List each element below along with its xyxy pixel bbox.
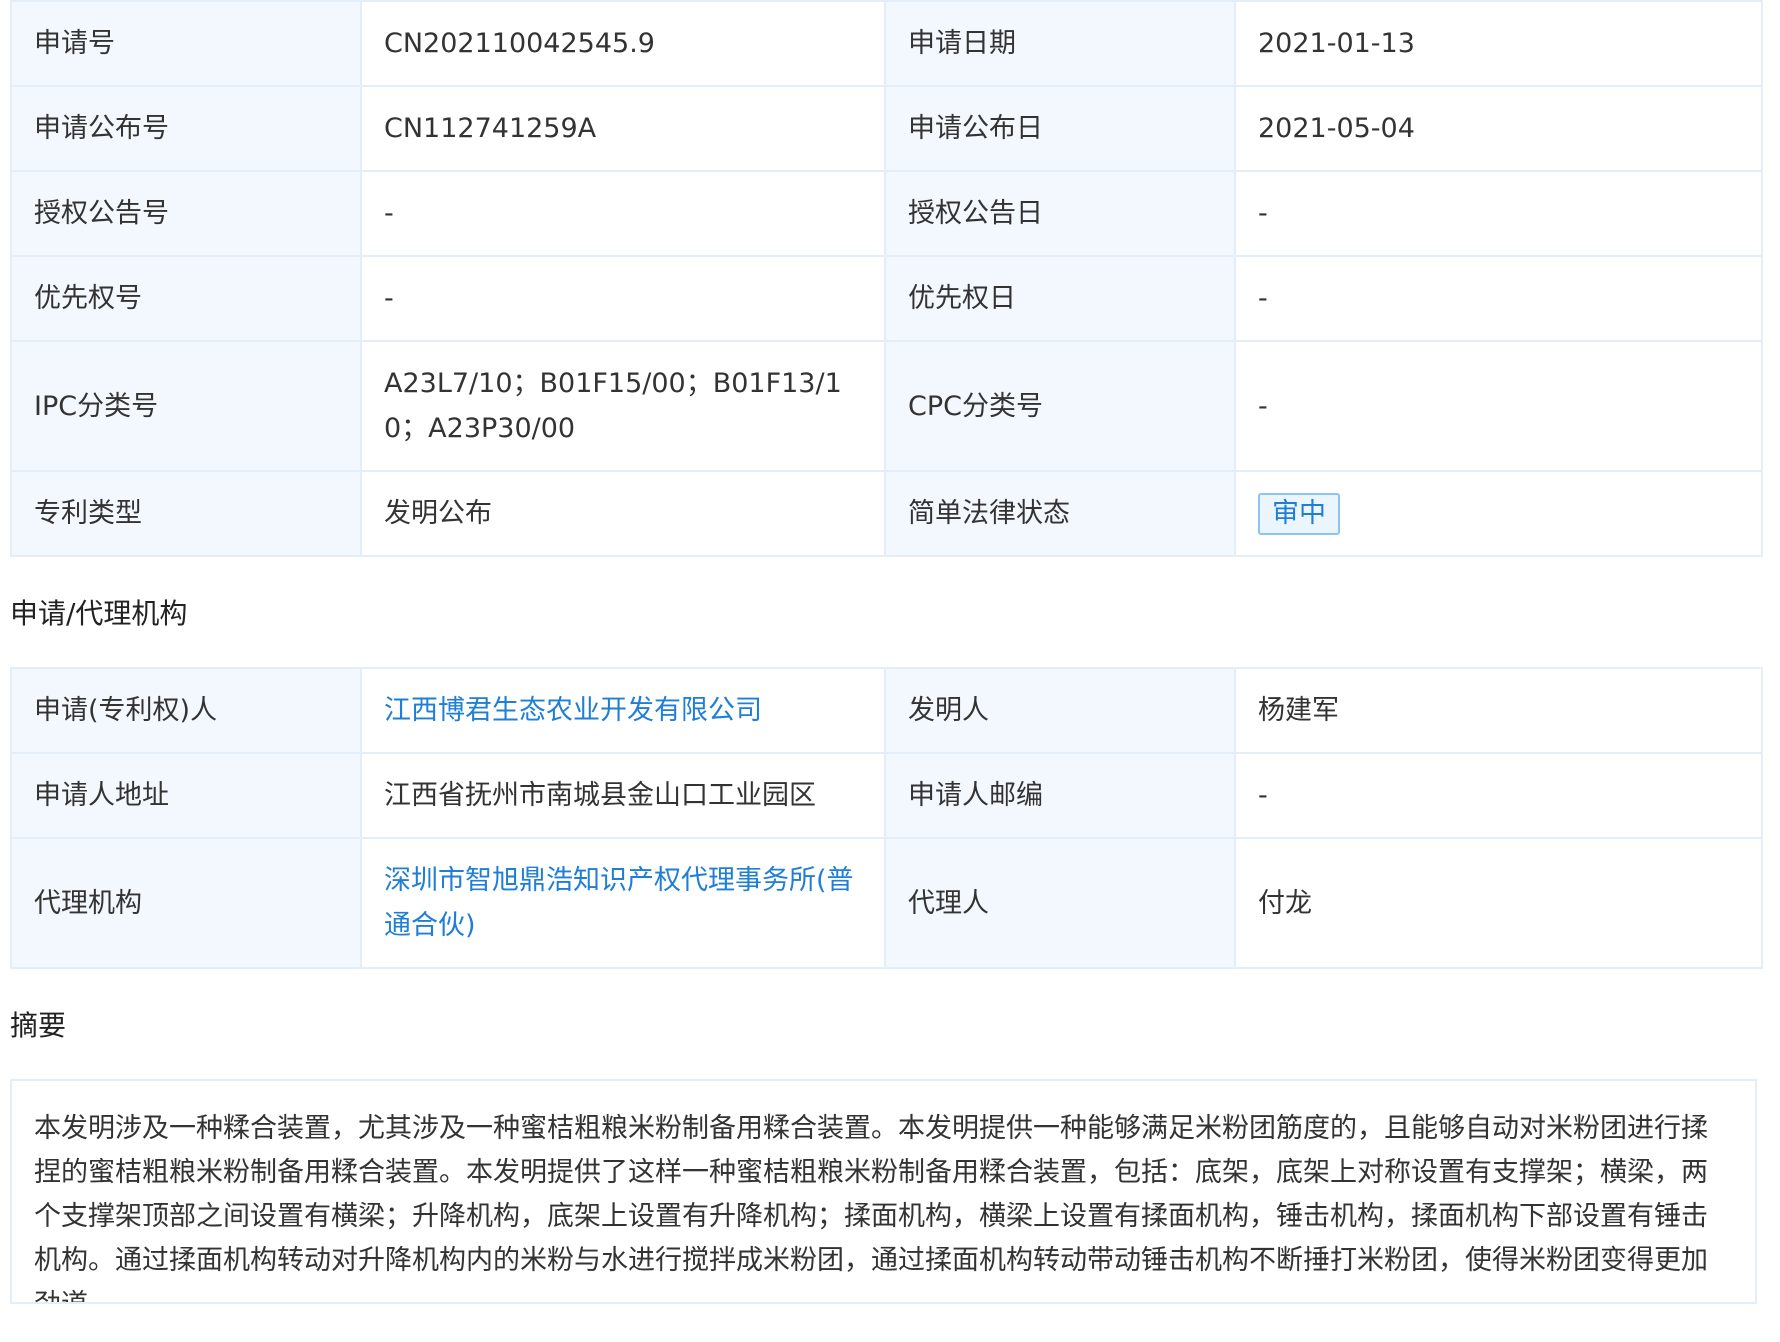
- agent-label: 代理人: [884, 837, 1236, 969]
- agency-section-title: 申请/代理机构: [10, 597, 188, 630]
- agency-label: 代理机构: [10, 837, 362, 969]
- grant-date-value: -: [1234, 170, 1763, 257]
- ipc-class-value: A23L7/10；B01F15/00；B01F13/10；A23P30/00: [360, 340, 886, 472]
- cpc-class-label: CPC分类号: [884, 340, 1236, 472]
- applicant-address-label: 申请人地址: [10, 752, 362, 839]
- application-number-label: 申请号: [10, 0, 362, 87]
- table-row: 申请(专利权)人 江西博君生态农业开发有限公司 发明人 杨建军: [10, 667, 1763, 754]
- agency-link[interactable]: 深圳市智旭鼎浩知识产权代理事务所(普通合伙): [384, 865, 854, 941]
- abstract-section-title: 摘要: [10, 1009, 67, 1042]
- table-row: IPC分类号 A23L7/10；B01F15/00；B01F13/10；A23P…: [10, 340, 1763, 472]
- application-date-value: 2021-01-13: [1234, 0, 1763, 87]
- patent-type-label: 专利类型: [10, 470, 362, 557]
- legal-status-cell: 审中: [1234, 470, 1763, 557]
- ipc-class-label: IPC分类号: [10, 340, 362, 472]
- legal-status-label: 简单法律状态: [884, 470, 1236, 557]
- agent-value: 付龙: [1234, 837, 1763, 969]
- publication-date-label: 申请公布日: [884, 85, 1236, 172]
- patent-detail-page: 申请号 CN202110042545.9 申请日期 2021-01-13 申请公…: [10, 0, 1763, 1304]
- abstract-box: 本发明涉及一种糅合装置，尤其涉及一种蜜桔粗粮米粉制备用糅合装置。本发明提供一种能…: [10, 1079, 1757, 1304]
- cpc-class-value: -: [1234, 340, 1763, 472]
- application-number-value: CN202110042545.9: [360, 0, 886, 87]
- table-row: 申请号 CN202110042545.9 申请日期 2021-01-13: [10, 0, 1763, 87]
- table-row: 申请人地址 江西省抚州市南城县金山口工业园区 申请人邮编 -: [10, 752, 1763, 839]
- grant-number-value: -: [360, 170, 886, 257]
- grant-date-label: 授权公告日: [884, 170, 1236, 257]
- status-badge: 审中: [1258, 493, 1340, 535]
- basic-info-table: 申请号 CN202110042545.9 申请日期 2021-01-13 申请公…: [10, 0, 1763, 557]
- table-row: 申请公布号 CN112741259A 申请公布日 2021-05-04: [10, 85, 1763, 172]
- applicant-zip-label: 申请人邮编: [884, 752, 1236, 839]
- table-row: 优先权号 - 优先权日 -: [10, 255, 1763, 342]
- table-row: 授权公告号 - 授权公告日 -: [10, 170, 1763, 257]
- patent-type-value: 发明公布: [360, 470, 886, 557]
- inventor-value: 杨建军: [1234, 667, 1763, 754]
- applicant-link[interactable]: 江西博君生态农业开发有限公司: [384, 695, 762, 726]
- table-row: 代理机构 深圳市智旭鼎浩知识产权代理事务所(普通合伙) 代理人 付龙: [10, 837, 1763, 969]
- application-date-label: 申请日期: [884, 0, 1236, 87]
- abstract-text: 本发明涉及一种糅合装置，尤其涉及一种蜜桔粗粮米粉制备用糅合装置。本发明提供一种能…: [34, 1113, 1708, 1302]
- applicant-zip-value: -: [1234, 752, 1763, 839]
- agency-cell: 深圳市智旭鼎浩知识产权代理事务所(普通合伙): [360, 837, 886, 969]
- agency-table: 申请(专利权)人 江西博君生态农业开发有限公司 发明人 杨建军 申请人地址 江西…: [10, 667, 1763, 969]
- applicant-cell: 江西博君生态农业开发有限公司: [360, 667, 886, 754]
- publication-number-label: 申请公布号: [10, 85, 362, 172]
- publication-number-value: CN112741259A: [360, 85, 886, 172]
- priority-number-value: -: [360, 255, 886, 342]
- inventor-label: 发明人: [884, 667, 1236, 754]
- applicant-label: 申请(专利权)人: [10, 667, 362, 754]
- priority-date-value: -: [1234, 255, 1763, 342]
- priority-date-label: 优先权日: [884, 255, 1236, 342]
- publication-date-value: 2021-05-04: [1234, 85, 1763, 172]
- grant-number-label: 授权公告号: [10, 170, 362, 257]
- applicant-address-value: 江西省抚州市南城县金山口工业园区: [360, 752, 886, 839]
- table-row: 专利类型 发明公布 简单法律状态 审中: [10, 470, 1763, 557]
- priority-number-label: 优先权号: [10, 255, 362, 342]
